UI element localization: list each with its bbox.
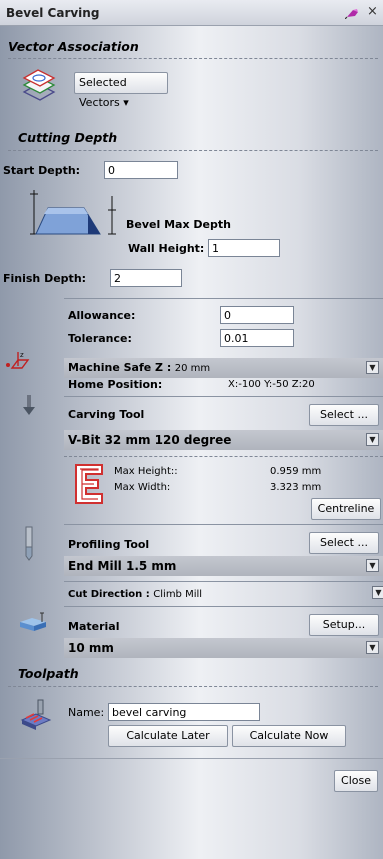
bevel-max-depth-label: Bevel Max Depth [126,218,231,231]
bevel-profile-icon [30,190,116,235]
chevron-down-icon[interactable]: ▼ [366,433,379,446]
carving-tool-icon [23,395,35,415]
vector-layers-icon [22,69,56,101]
max-width-value: 3.323 mm [270,482,322,493]
window-title: Bevel Carving [6,6,100,20]
safe-z-axis-icon: z [6,351,30,369]
max-height-value: 0.959 mm [270,466,322,477]
profiling-tool-label: Profiling Tool [68,538,150,551]
material-value: 10 mm [68,641,114,655]
divider [64,581,383,582]
cut-direction-text: Cut Direction : Climb Mill [68,587,202,600]
calculate-now-button[interactable]: Calculate Now [232,725,346,747]
calculate-later-button[interactable]: Calculate Later [108,725,228,747]
finish-depth-label: Finish Depth: [3,272,87,285]
chevron-down-icon[interactable]: ▼ [366,559,379,572]
carving-tool-label: Carving Tool [68,408,145,421]
tolerance-label: Tolerance: [68,332,132,345]
pin-icon[interactable] [345,7,361,19]
toolpath-name-input[interactable] [108,703,260,721]
start-depth-label: Start Depth: [3,164,81,177]
bevel-carving-panel: Bevel Carving × Vector Association Selec… [0,0,383,859]
letter-e-outline-icon [75,464,103,504]
wall-height-input[interactable] [208,239,280,257]
divider [64,524,383,525]
cutting-depth-heading: Cutting Depth [18,130,118,145]
toolpath-heading: Toolpath [18,666,79,681]
tolerance-input[interactable] [220,329,294,347]
divider [64,606,383,607]
wall-height-label: Wall Height: [128,242,205,255]
divider [64,298,383,299]
max-width-label: Max Width: [114,482,171,493]
selected-vectors-label: Selected Vectors [79,76,127,109]
allowance-input[interactable] [220,306,294,324]
max-height-label: Max Height:: [114,466,178,477]
divider [8,58,378,59]
carving-tool-select-button[interactable]: Select ... [309,404,379,426]
divider [0,758,383,759]
svg-text:z: z [20,351,24,359]
profiling-tool-name: End Mill 1.5 mm [68,559,177,573]
close-button[interactable]: Close [334,770,378,792]
cut-direction-value: Climb Mill [153,589,203,600]
divider [8,150,378,151]
home-position-label: Home Position: [68,378,163,391]
start-depth-input[interactable] [104,161,178,179]
machine-safe-z-text: Machine Safe Z : 20 mm [68,361,210,374]
divider [64,396,383,397]
home-position-value: X:-100 Y:-50 Z:20 [228,379,315,390]
carving-tool-name: V-Bit 32 mm 120 degree [68,433,232,447]
machine-safe-z-value: 20 mm [174,363,211,374]
chevron-down-icon: ▾ [123,96,129,109]
toolpath-name-label: Name: [68,706,105,719]
profiling-tool-icon [25,526,33,561]
machine-safe-z-label: Machine Safe Z : [68,361,172,374]
toolpath-icon [20,699,52,730]
close-icon[interactable]: × [367,4,378,19]
profiling-tool-select-button[interactable]: Select ... [309,532,379,554]
chevron-down-icon[interactable]: ▼ [366,641,379,654]
divider [64,456,383,457]
centreline-button[interactable]: Centreline [311,498,381,520]
material-label: Material [68,620,120,633]
allowance-label: Allowance: [68,309,136,322]
vector-association-heading: Vector Association [8,39,139,54]
material-block-icon [20,612,46,631]
cut-direction-label: Cut Direction : [68,589,150,600]
chevron-down-icon[interactable]: ▼ [372,586,383,599]
chevron-down-icon[interactable]: ▼ [366,361,379,374]
title-bar: Bevel Carving × [0,0,383,26]
material-setup-button[interactable]: Setup... [309,614,379,636]
finish-depth-input[interactable] [110,269,182,287]
divider [8,686,378,687]
selected-vectors-dropdown[interactable]: Selected Vectors ▾ [74,72,168,109]
